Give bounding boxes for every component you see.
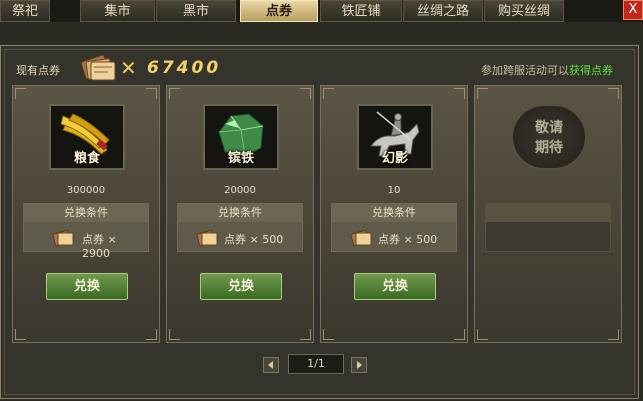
exchange-condition: 兑换条件 点券 × 500 xyxy=(331,203,457,252)
tab-silk-road[interactable]: 丝绸之路 xyxy=(403,0,483,22)
item-slot-phantom[interactable]: 幻影 xyxy=(357,104,433,170)
condition-cost: 点券 × 2900 xyxy=(24,226,148,260)
coming-soon-line2: 期待 xyxy=(535,140,563,156)
multiply-icon: ✕ xyxy=(120,56,137,80)
hint-text: 参加跨服活动可以 xyxy=(481,64,569,77)
item-name: 粮食 xyxy=(73,151,100,166)
exchange-card-grain: 粮食 300000 兑换条件 点券 × 2900 兑换 xyxy=(12,85,160,343)
condition-cost: 点券 × 500 xyxy=(332,226,456,250)
close-button[interactable]: X xyxy=(623,0,643,20)
coming-soon-text: 敬请 期待 xyxy=(513,118,585,158)
condition-title: 兑换条件 xyxy=(24,204,148,222)
prev-page-button[interactable] xyxy=(263,357,279,373)
exchange-button[interactable]: 兑换 xyxy=(200,273,282,300)
condition-title: 兑换条件 xyxy=(178,204,302,222)
tab-black-market[interactable]: 黑市 xyxy=(156,0,236,22)
tab-blacksmith[interactable]: 铁匠铺 xyxy=(320,0,402,22)
condition-cost: 点券 × 500 xyxy=(178,226,302,250)
balance-label: 现有点券 xyxy=(16,64,60,77)
item-name: 幻影 xyxy=(381,151,408,166)
coupon-ticket-icon xyxy=(52,230,74,247)
condition-title: 兑换条件 xyxy=(332,204,456,222)
item-name: 镔铁 xyxy=(227,151,254,166)
coupon-ticket-icon xyxy=(350,230,372,247)
item-slot-iron[interactable]: 镔铁 xyxy=(203,104,279,170)
exchange-card-phantom: 幻影 10 兑换条件 点券 × 500 兑换 xyxy=(320,85,468,343)
tab-buy-silk[interactable]: 购买丝绸 xyxy=(484,0,564,22)
tab-bar: 祭祀 集市 黑市 点券 铁匠铺 丝绸之路 购买丝绸 X xyxy=(0,0,643,22)
tab-sacrifice[interactable]: 祭祀 xyxy=(0,0,50,22)
exchange-card-coming-soon: 敬请 期待 xyxy=(474,85,622,343)
item-slot-grain[interactable]: 粮食 xyxy=(49,104,125,170)
cost-text: 点券 × 500 xyxy=(378,233,438,246)
empty-condition xyxy=(485,203,611,252)
cost-text: 点券 × 2900 xyxy=(82,233,117,260)
cost-text: 点券 × 500 xyxy=(224,233,284,246)
tab-market[interactable]: 集市 xyxy=(80,0,155,22)
exchange-button[interactable]: 兑换 xyxy=(46,273,128,300)
cross-server-hint: 参加跨服活动可以获得点券 xyxy=(481,62,613,78)
exchange-condition: 兑换条件 点券 × 2900 xyxy=(23,203,149,260)
arrow-left-icon xyxy=(268,361,273,369)
item-quantity: 300000 xyxy=(66,185,106,196)
coupon-ticket-icon xyxy=(80,54,116,81)
coupon-ticket-icon xyxy=(196,230,218,247)
coming-soon-badge: 敬请 期待 xyxy=(511,104,587,170)
exchange-card-iron: 镔铁 20000 兑换条件 点券 × 500 兑换 xyxy=(166,85,314,343)
tab-coupons[interactable]: 点券 xyxy=(240,0,318,22)
coming-soon-line1: 敬请 xyxy=(535,120,563,136)
arrow-right-icon xyxy=(357,361,362,369)
page-indicator: 1/1 xyxy=(288,354,344,374)
coupon-balance: 67400 xyxy=(147,58,222,78)
exchange-condition: 兑换条件 点券 × 500 xyxy=(177,203,303,252)
next-page-button[interactable] xyxy=(351,357,367,373)
exchange-button[interactable]: 兑换 xyxy=(354,273,436,300)
item-quantity: 20000 xyxy=(224,185,256,196)
item-quantity: 10 xyxy=(387,185,401,196)
get-coupons-link[interactable]: 获得点券 xyxy=(569,64,613,77)
